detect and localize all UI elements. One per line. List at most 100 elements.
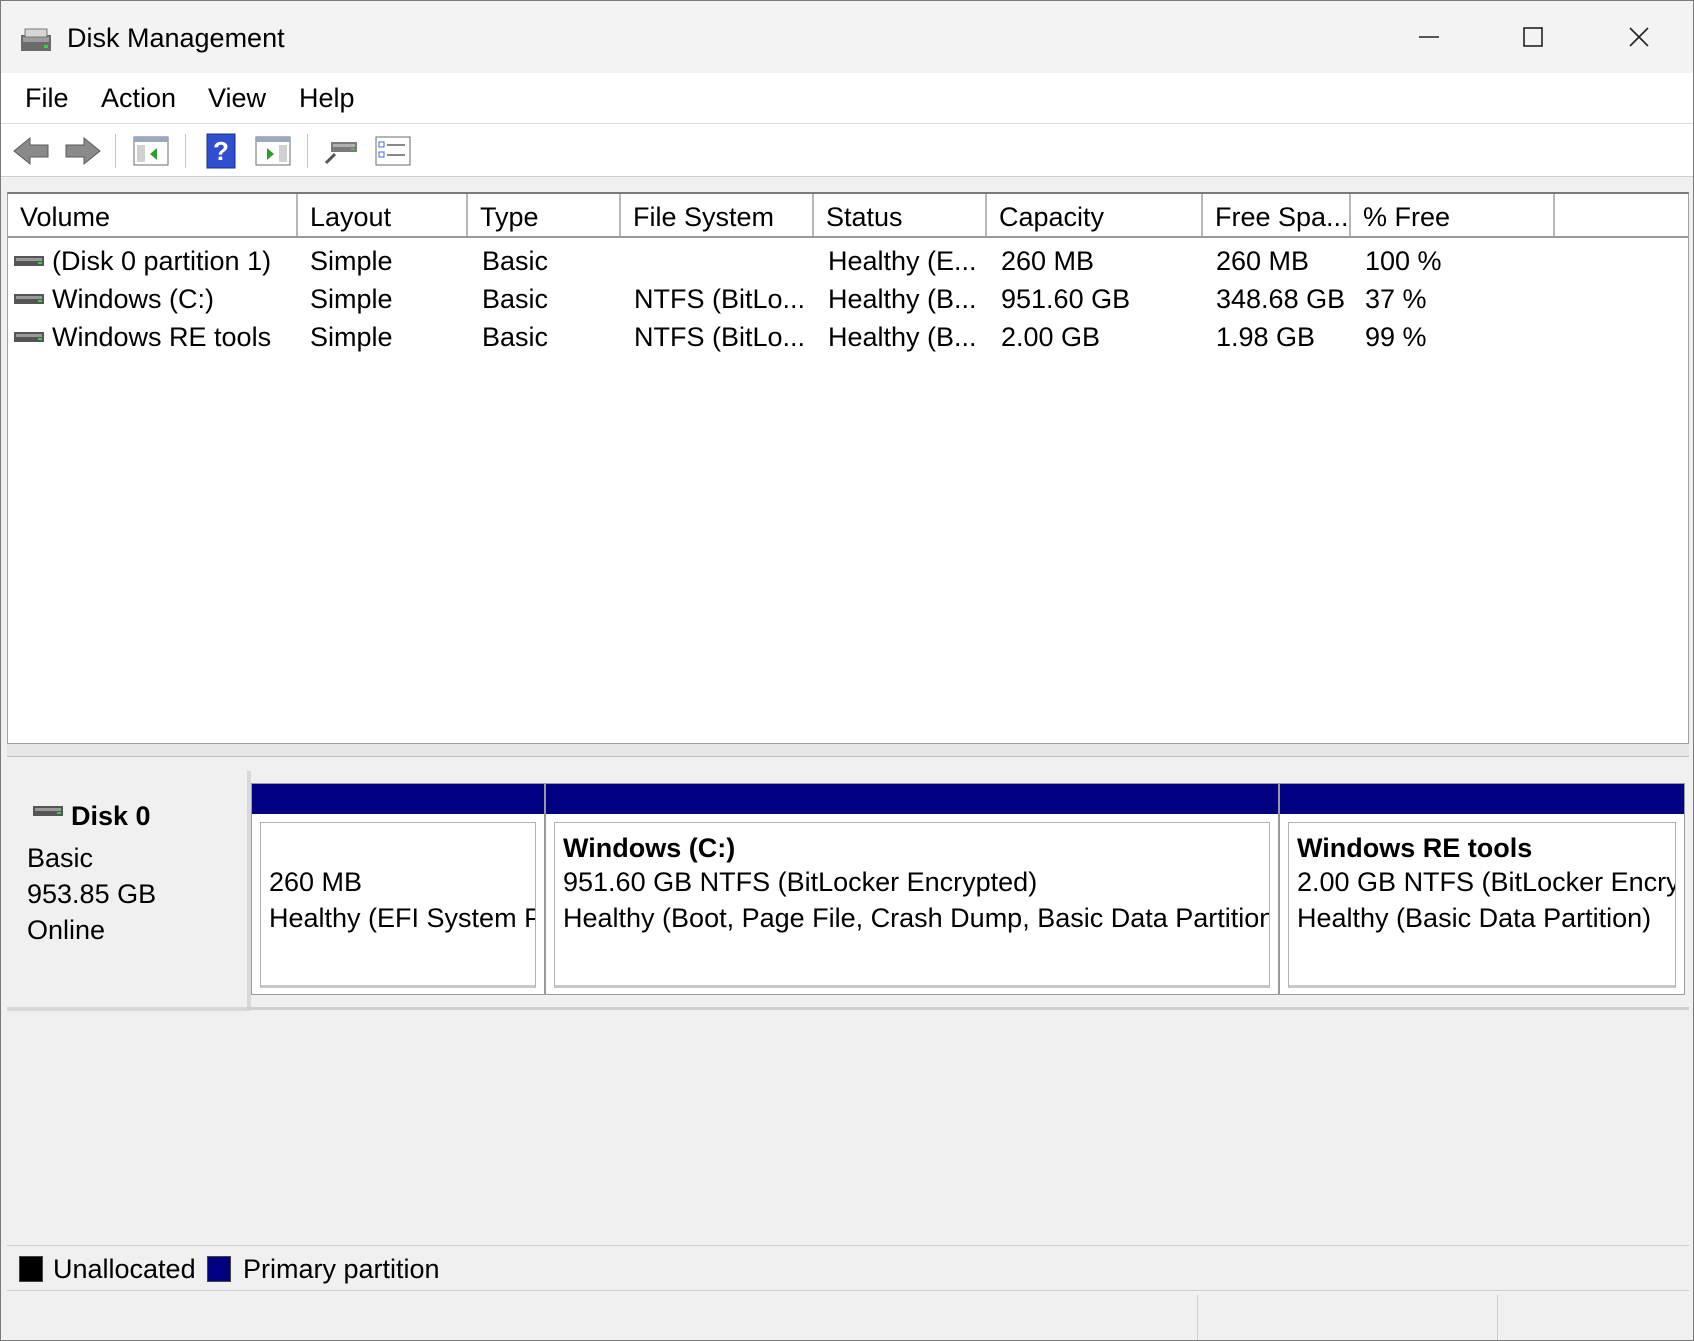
help-button[interactable]: ? (201, 132, 241, 170)
partition-details: Windows RE tools 2.00 GB NTFS (BitLocker… (1288, 822, 1676, 988)
cell-type: Basic (482, 246, 549, 276)
toolbar-separator (115, 134, 116, 168)
cell-volume: Windows (C:) (52, 284, 215, 314)
cell-percent-free: 37 % (1365, 284, 1427, 314)
column-header-status[interactable]: Status (814, 194, 987, 236)
partition-status: Healthy (EFI System Pa (269, 903, 536, 933)
legend-unallocated-label: Unallocated (53, 1254, 196, 1284)
cell-capacity: 260 MB (1001, 246, 1095, 276)
cell-percent-free: 100 % (1365, 246, 1442, 276)
minimize-icon (1419, 36, 1439, 38)
partition-details: 260 MB Healthy (EFI System Pa (260, 822, 536, 988)
primary-partition-bar (546, 784, 1278, 814)
column-header-file-system[interactable]: File System (621, 194, 814, 236)
disk-row-divider (247, 1007, 1689, 1010)
forward-arrow-icon (65, 136, 101, 166)
show-hide-console-tree-icon (133, 136, 169, 166)
partition-title: Windows (C:) (563, 833, 736, 863)
toolbar-separator (185, 134, 186, 168)
cell-volume: (Disk 0 partition 1) (52, 246, 272, 276)
primary-partition-swatch (207, 1256, 231, 1282)
menu-help[interactable]: Help (295, 83, 359, 114)
status-bar-separator (1197, 1295, 1198, 1340)
column-header-percent-free[interactable]: % Free (1351, 194, 1555, 236)
cell-capacity: 2.00 GB (1001, 322, 1101, 352)
volume-icon (14, 256, 44, 266)
cell-free-space: 1.98 GB (1216, 322, 1316, 352)
cell-layout: Simple (310, 322, 393, 352)
partition-details: Windows (C:) 951.60 GB NTFS (BitLocker E… (554, 822, 1270, 988)
volume-row[interactable]: Windows (C:) Simple Basic NTFS (BitLo...… (8, 280, 1688, 318)
forward-button[interactable] (63, 132, 103, 170)
menu-action[interactable]: Action (97, 83, 180, 114)
rescan-disks-icon (324, 142, 357, 165)
disk-state: Online (27, 915, 106, 945)
partition-size: 2.00 GB NTFS (BitLocker Encryp (1297, 867, 1676, 897)
cell-file-system: NTFS (BitLo... (634, 284, 806, 314)
pane-splitter[interactable] (7, 744, 1689, 757)
close-icon (1629, 27, 1649, 47)
primary-partition-bar (252, 784, 544, 814)
primary-partition-bar (1280, 784, 1684, 814)
partition-windows-c[interactable]: Windows (C:) 951.60 GB NTFS (BitLocker E… (545, 783, 1279, 995)
column-header-volume[interactable]: Volume (8, 194, 298, 236)
toolbar: ? (1, 124, 1693, 177)
partition-efi[interactable]: 260 MB Healthy (EFI System Pa (251, 783, 545, 995)
close-button[interactable] (1589, 1, 1689, 73)
properties-button[interactable] (373, 132, 413, 170)
maximize-button[interactable] (1483, 1, 1583, 73)
show-hide-action-pane-button[interactable] (253, 132, 293, 170)
partition-size: 260 MB (269, 867, 363, 897)
cell-status: Healthy (E... (828, 246, 977, 276)
cell-free-space: 260 MB (1216, 246, 1310, 276)
disk-management-window: Disk Management File Action View Help ? (0, 0, 1694, 1341)
legend: Unallocated Primary partition (7, 1245, 1689, 1291)
status-bar (1, 1293, 1693, 1340)
cell-type: Basic (482, 284, 549, 314)
cell-layout: Simple (310, 284, 393, 314)
column-header-layout[interactable]: Layout (298, 194, 468, 236)
disk-graphical-view: Disk 0 Basic 953.85 GB Online 260 MB Hea… (7, 761, 1689, 1239)
unallocated-swatch (19, 1256, 43, 1282)
cell-free-space: 348.68 GB (1216, 284, 1346, 314)
disk-type: Basic (27, 843, 94, 873)
column-header-type[interactable]: Type (468, 194, 621, 236)
column-header-capacity[interactable]: Capacity (987, 194, 1203, 236)
maximize-icon (1523, 27, 1543, 47)
volume-row[interactable]: Windows RE tools Simple Basic NTFS (BitL… (8, 318, 1688, 356)
legend-primary-partition-label: Primary partition (243, 1254, 440, 1284)
show-hide-console-tree-button[interactable] (131, 132, 171, 170)
back-button[interactable] (11, 132, 51, 170)
partition-status: Healthy (Boot, Page File, Crash Dump, Ba… (563, 903, 1270, 933)
volume-list: Volume Layout Type File System Status Ca… (7, 192, 1689, 744)
cell-status: Healthy (B... (828, 284, 977, 314)
partition-title: Windows RE tools (1297, 833, 1533, 863)
partition-status: Healthy (Basic Data Partition) (1297, 903, 1652, 933)
volume-icon (14, 332, 44, 342)
svg-text:?: ? (213, 136, 229, 166)
volume-row[interactable]: (Disk 0 partition 1) Simple Basic Health… (8, 242, 1688, 280)
status-bar-separator (1497, 1295, 1498, 1340)
cell-layout: Simple (310, 246, 393, 276)
title-bar: Disk Management (1, 1, 1693, 73)
rescan-disks-button[interactable] (321, 132, 361, 170)
menu-file[interactable]: File (21, 83, 73, 114)
window-title: Disk Management (67, 23, 285, 53)
show-hide-action-pane-icon (255, 136, 291, 166)
toolbar-separator (307, 134, 308, 168)
column-header-free-space[interactable]: Free Spa... (1203, 194, 1351, 236)
help-icon: ? (206, 133, 236, 169)
disk-info-panel[interactable]: Disk 0 Basic 953.85 GB Online (7, 771, 251, 1011)
partition-windows-re-tools[interactable]: Windows RE tools 2.00 GB NTFS (BitLocker… (1279, 783, 1685, 995)
partition-size: 951.60 GB NTFS (BitLocker Encrypted) (563, 867, 1038, 897)
menu-bar: File Action View Help (1, 73, 1693, 124)
cell-percent-free: 99 % (1365, 322, 1427, 352)
menu-view[interactable]: View (204, 83, 270, 114)
minimize-button[interactable] (1379, 1, 1479, 73)
cell-volume: Windows RE tools (52, 322, 272, 352)
properties-icon (375, 136, 411, 166)
cell-type: Basic (482, 322, 549, 352)
disk-icon (33, 806, 63, 816)
cell-capacity: 951.60 GB (1001, 284, 1131, 314)
cell-status: Healthy (B... (828, 322, 977, 352)
